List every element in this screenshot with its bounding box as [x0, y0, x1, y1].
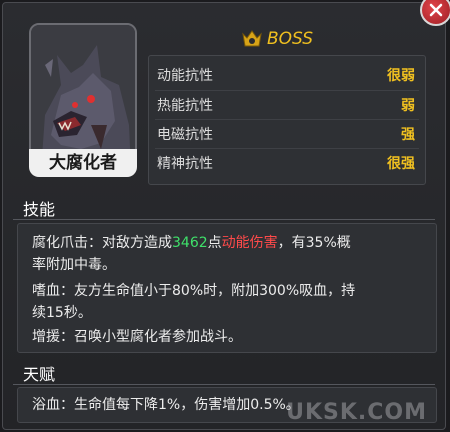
stat-name: 电磁抗性	[157, 127, 213, 143]
unit-info-panel: 大腐化者 BOSS 动能抗性 很弱 热能抗性 弱 电磁抗性 强 精神抗性 很强 …	[2, 2, 446, 430]
stat-row-thermal: 热能抗性 弱	[157, 94, 415, 116]
skill-text: 率附加中毒。	[32, 257, 116, 273]
stat-row-psychic: 精神抗性 很强	[157, 152, 415, 174]
skills-box: 腐化爪击：对敌方造成3462点动能伤害，有35%概率附加中毒。 嗜血：友方生命值…	[17, 223, 437, 353]
boss-crest-icon	[242, 30, 262, 47]
talent-heading: 天赋	[23, 365, 56, 384]
skill-text: 腐化爪击：对敌方造成	[32, 235, 172, 251]
close-icon	[429, 3, 443, 17]
skills-heading: 技能	[23, 200, 56, 219]
boss-header: BOSS	[241, 27, 313, 51]
stat-name: 动能抗性	[157, 68, 213, 84]
stat-row-electromagnetic: 电磁抗性 强	[157, 123, 415, 145]
stat-value: 很弱	[387, 68, 415, 84]
divider	[155, 148, 419, 149]
unit-name: 大腐化者	[29, 149, 137, 177]
stat-row-kinetic: 动能抗性 很弱	[157, 64, 415, 86]
skill-text: 点	[207, 235, 222, 251]
boss-rank-label: BOSS	[267, 29, 314, 49]
skill-text: 续15秒。	[32, 305, 92, 321]
stat-name: 精神抗性	[157, 156, 213, 172]
stat-value: 很强	[387, 156, 415, 172]
divider	[13, 219, 435, 220]
skill-bloodthirst: 嗜血：友方生命值小于80%时，附加300%吸血，持 续15秒。	[32, 280, 426, 324]
stat-value: 弱	[401, 98, 415, 114]
skill-reinforcement: 增援：召唤小型腐化者参加战斗。	[32, 326, 426, 348]
divider	[13, 384, 435, 385]
stat-value: 强	[401, 127, 415, 143]
stat-name: 热能抗性	[157, 98, 213, 114]
damage-type: 动能伤害	[221, 235, 278, 251]
damage-number: 3462	[172, 235, 208, 251]
skill-claw-attack: 腐化爪击：对敌方造成3462点动能伤害，有35%概率附加中毒。	[32, 232, 426, 276]
divider	[155, 90, 419, 91]
watermark: UKSK.COM	[286, 400, 427, 425]
talent-text: 浴血：生命值每下降1%，伤害增加0.5%。	[32, 397, 300, 413]
resistance-table: 动能抗性 很弱 热能抗性 弱 电磁抗性 强 精神抗性 很强	[148, 55, 426, 185]
skill-text: ，有35%概	[277, 235, 351, 251]
divider	[155, 119, 419, 120]
skill-text: 嗜血：友方生命值小于80%时，附加300%吸血，持	[32, 283, 356, 299]
skill-text: 增援：召唤小型腐化者参加战斗。	[32, 329, 242, 345]
